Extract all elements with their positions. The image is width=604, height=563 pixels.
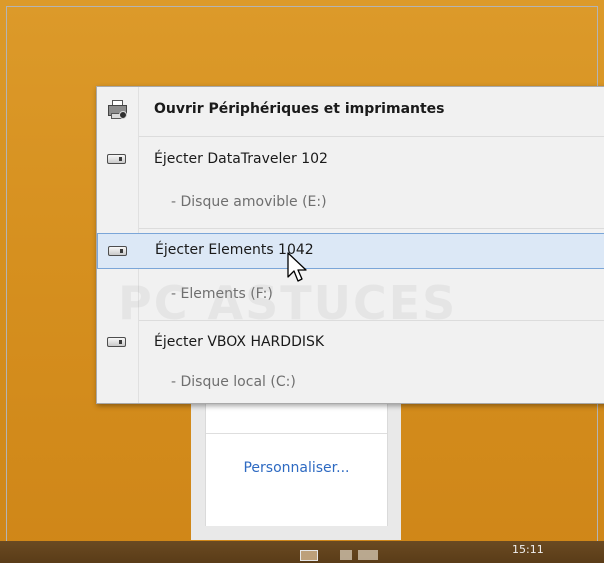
menu-item-sub-datatraveler: - Disque amovible (E:) — [97, 188, 604, 216]
menu-item-label: Ouvrir Périphériques et imprimantes — [154, 101, 445, 117]
devices-printer-icon — [107, 100, 127, 119]
menu-item-label: Éjecter Elements 1042 — [155, 242, 314, 258]
taskbar-tray-icon[interactable] — [300, 550, 318, 561]
menu-item-sublabel: - Disque local (C:) — [171, 374, 296, 390]
customize-link[interactable]: Personnaliser... — [206, 460, 387, 476]
menu-item-label: Éjecter DataTraveler 102 — [154, 151, 328, 167]
flag-icon[interactable] — [340, 550, 352, 560]
drive-icon — [107, 337, 126, 347]
taskbar-clock[interactable]: 15:11 — [512, 543, 544, 556]
menu-item-sublabel: - Disque amovible (E:) — [171, 194, 327, 210]
taskbar: 15:11 — [0, 541, 604, 563]
menu-item-sub-elements: - Elements (F:) — [97, 280, 604, 308]
drive-icon — [108, 246, 127, 256]
menu-item-eject-elements[interactable]: Éjecter Elements 1042 — [97, 233, 604, 269]
menu-item-eject-vbox[interactable]: Éjecter VBOX HARDDISK — [97, 328, 604, 356]
notification-overflow-panel: Personnaliser... — [191, 398, 401, 540]
menu-separator — [139, 228, 604, 229]
network-icon[interactable] — [358, 550, 378, 560]
menu-item-sublabel: - Elements (F:) — [171, 286, 273, 302]
menu-separator — [139, 136, 604, 137]
drive-icon — [107, 154, 126, 164]
divider — [206, 433, 387, 434]
menu-item-sub-vbox: - Disque local (C:) — [97, 368, 604, 396]
notification-overflow-content: Personnaliser... — [205, 398, 388, 526]
menu-separator — [139, 320, 604, 321]
menu-item-eject-datatraveler[interactable]: Éjecter DataTraveler 102 — [97, 145, 604, 173]
menu-item-label: Éjecter VBOX HARDDISK — [154, 334, 325, 350]
menu-item-open-devices[interactable]: Ouvrir Périphériques et imprimantes — [97, 95, 604, 123]
eject-context-menu: Ouvrir Périphériques et imprimantes Éjec… — [96, 86, 604, 404]
